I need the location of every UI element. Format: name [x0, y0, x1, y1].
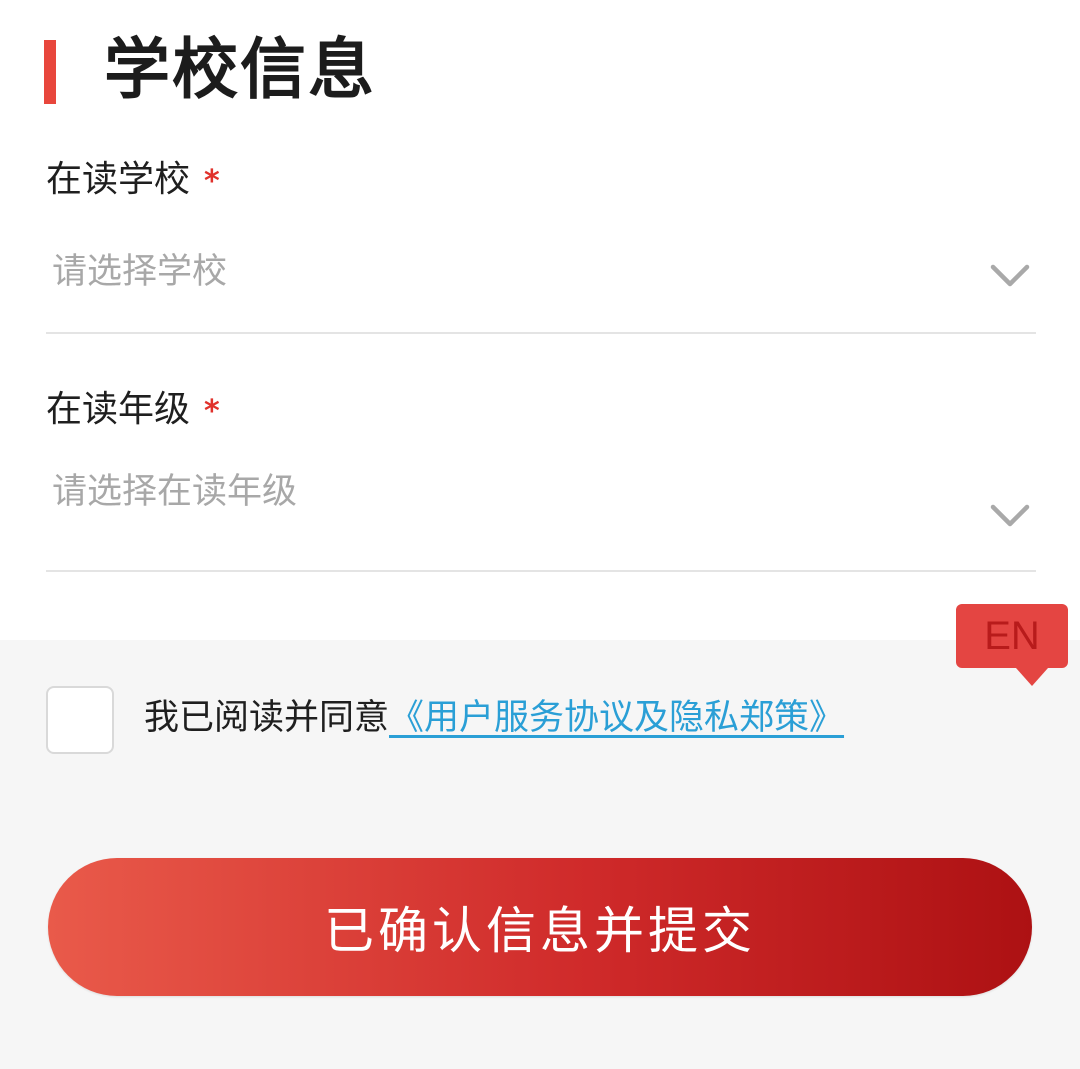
- required-asterisk: *: [204, 394, 220, 429]
- chevron-down-icon[interactable]: [990, 504, 1030, 528]
- agreement-text: 我已阅读并同意《用户服务协议及隐私郑策》: [144, 694, 844, 742]
- agreement-checkbox[interactable]: [46, 686, 114, 754]
- school-select-placeholder: 请选择学校: [52, 252, 228, 292]
- agreement-prefix: 我已阅读并同意: [144, 698, 390, 738]
- user-agreement-link[interactable]: 《用户服务协议及隐私郑策》: [389, 698, 844, 738]
- section-title-accent-bar: [44, 40, 56, 104]
- required-asterisk: *: [204, 164, 220, 199]
- school-field-label-text: 在读学校: [46, 159, 191, 200]
- grade-select-placeholder: 请选择在读年级: [52, 472, 298, 512]
- school-field-label: 在读学校 *: [46, 156, 220, 206]
- submit-button[interactable]: 已确认信息并提交: [48, 858, 1032, 996]
- grade-field-label: 在读年级 *: [46, 386, 220, 436]
- language-toggle-badge[interactable]: EN: [956, 604, 1068, 686]
- section-title: 学校信息: [104, 31, 376, 108]
- chevron-down-icon[interactable]: [990, 264, 1030, 288]
- school-select[interactable]: 请选择学校: [46, 232, 1036, 334]
- grade-select[interactable]: 请选择在读年级: [46, 462, 1036, 572]
- grade-field-label-text: 在读年级: [46, 389, 191, 430]
